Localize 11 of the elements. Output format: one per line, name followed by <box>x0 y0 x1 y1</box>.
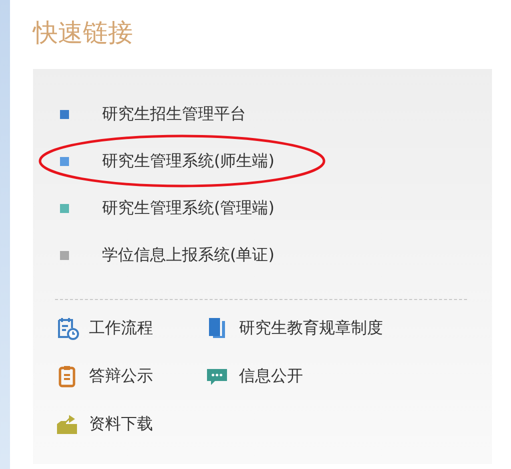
shortcut-link[interactable]: 资料下载 <box>89 414 153 434</box>
section-title: 快速链接 <box>33 17 134 49</box>
folder-icon <box>55 412 79 436</box>
calendar-clock-icon <box>55 316 79 340</box>
shortcut-link[interactable]: 研究生教育规章制度 <box>239 318 383 338</box>
system-link[interactable]: 学位信息上报系统(单证) <box>102 245 274 266</box>
shortcut-link[interactable]: 工作流程 <box>89 318 153 338</box>
shortcut-link[interactable]: 答辩公示 <box>89 366 153 386</box>
system-link[interactable]: 研究生管理系统(管理端) <box>102 198 274 219</box>
system-link[interactable]: 研究生招生管理平台 <box>102 104 246 125</box>
shortcut-link[interactable]: 信息公开 <box>239 366 303 386</box>
